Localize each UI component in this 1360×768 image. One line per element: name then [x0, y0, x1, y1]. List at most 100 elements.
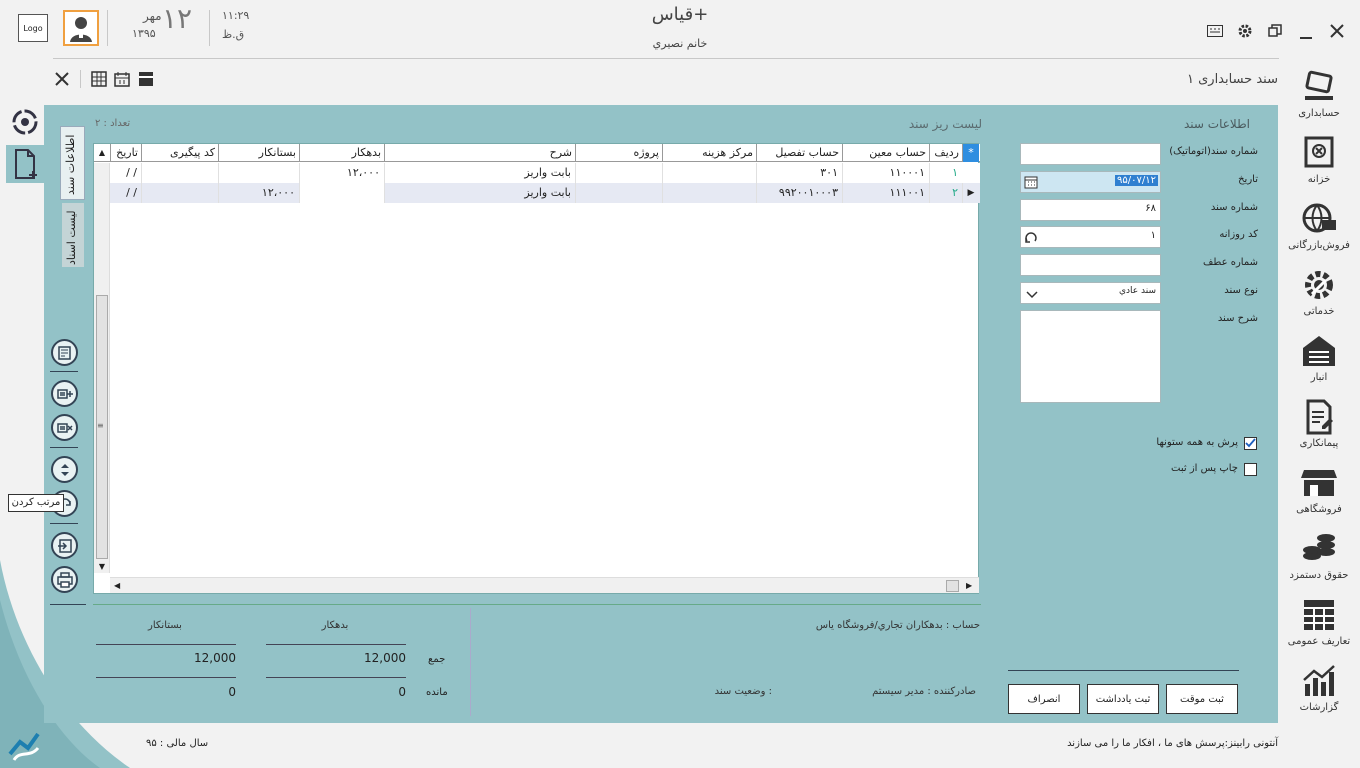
- cell-tracking[interactable]: [141, 163, 218, 183]
- close-window-icon[interactable]: [1328, 22, 1346, 40]
- divider: [209, 10, 210, 46]
- settings-gear-icon[interactable]: [1236, 22, 1254, 40]
- daily-code-field[interactable]: ۱: [1020, 226, 1161, 248]
- jump-all-columns-checkbox[interactable]: [1244, 437, 1257, 450]
- col-header-ledger-account[interactable]: حساب معین: [842, 144, 929, 162]
- form-view-icon[interactable]: [137, 70, 155, 88]
- col-header-date[interactable]: تاریخ: [110, 144, 141, 162]
- nav-item-services[interactable]: خدماتی: [1284, 266, 1354, 317]
- scroll-down-arrow[interactable]: ▼: [94, 562, 110, 574]
- close-doc-icon[interactable]: [53, 70, 71, 88]
- summary-divider: [93, 604, 981, 605]
- treasury-icon: [1300, 134, 1338, 172]
- nav-item-definitions[interactable]: تعاریف عمومی: [1284, 596, 1354, 647]
- debit-label: بدهکار: [321, 620, 349, 631]
- doc-description-textarea[interactable]: [1020, 310, 1161, 403]
- cell-date[interactable]: / /: [110, 163, 141, 183]
- date-field[interactable]: ۹۵/۰۷/۱۲: [1020, 171, 1161, 193]
- cell-row-number[interactable]: ۱: [929, 163, 962, 183]
- nav-item-reports[interactable]: گزارشات: [1284, 662, 1354, 713]
- scroll-up-arrow[interactable]: ▲: [94, 144, 110, 162]
- new-document-icon[interactable]: [6, 145, 44, 183]
- cell-cost-center[interactable]: [662, 163, 756, 183]
- grip-icon: ≡: [97, 421, 104, 430]
- scroll-left-arrow[interactable]: ◀: [114, 581, 120, 590]
- user-avatar[interactable]: [63, 10, 99, 46]
- cell-project[interactable]: [575, 183, 662, 203]
- col-header-tracking[interactable]: کد پیگیری: [141, 144, 218, 162]
- keyboard-icon[interactable]: [1206, 22, 1224, 40]
- nav-item-treasury[interactable]: خزانه: [1284, 134, 1354, 185]
- delete-row-button[interactable]: [51, 414, 78, 441]
- table-row[interactable]: / / ۱۲،۰۰۰ بابت واریز ۹۹۲۰۰۱۰۰۰۳ ۱۱۱۰۰۱ …: [94, 183, 980, 203]
- cell-credit[interactable]: ۱۲،۰۰۰: [218, 183, 299, 203]
- cell-debit[interactable]: ۱۲،۰۰۰: [299, 163, 384, 183]
- temp-save-button[interactable]: ثبت موقت: [1166, 684, 1238, 714]
- horizontal-scroll-thumb[interactable]: [946, 580, 959, 592]
- add-row-button[interactable]: [51, 380, 78, 407]
- cell-tracking[interactable]: [141, 183, 218, 203]
- nav-item-store[interactable]: فروشگاهی: [1284, 464, 1354, 515]
- minimize-icon[interactable]: [1297, 24, 1315, 42]
- tab-document-info[interactable]: اطلاعات سند: [60, 126, 85, 200]
- cell-ledger-account[interactable]: ۱۱۰۰۰۱: [842, 163, 929, 183]
- move-row-button[interactable]: [51, 456, 78, 483]
- summary-vertical-divider: [470, 608, 471, 716]
- vertical-scrollbar[interactable]: ≡: [94, 163, 110, 573]
- nav-item-sales[interactable]: فروش‌بازرگانی: [1284, 200, 1354, 251]
- cell-credit[interactable]: [218, 163, 299, 183]
- fiscal-year: سال مالی : ۹۵: [146, 738, 209, 749]
- doc-number-label: شماره سند: [1210, 202, 1258, 213]
- calendar-view-icon[interactable]: [113, 70, 131, 88]
- app-title: قیاس+: [651, 4, 709, 25]
- scroll-right-arrow[interactable]: ▶: [966, 581, 972, 590]
- col-header-credit[interactable]: بستانکار: [218, 144, 299, 162]
- ref-number-label: شماره عطف: [1203, 257, 1258, 268]
- col-header-debit[interactable]: بدهکار: [299, 144, 384, 162]
- horizontal-scrollbar[interactable]: ◀ ▶: [110, 577, 979, 593]
- grid-view-icon[interactable]: [90, 70, 108, 88]
- cell-ledger-account[interactable]: ۱۱۱۰۰۱: [842, 183, 929, 203]
- col-header-description[interactable]: شرح: [384, 144, 575, 162]
- col-header-row[interactable]: ردیف: [929, 144, 962, 162]
- restore-window-icon[interactable]: [1266, 22, 1284, 40]
- doc-number-auto-field[interactable]: [1020, 143, 1161, 165]
- refresh-code-icon[interactable]: [1023, 229, 1039, 245]
- import-button[interactable]: [51, 532, 78, 559]
- list-details-button[interactable]: [51, 339, 78, 366]
- cell-detail-account[interactable]: ۳۰۱: [756, 163, 842, 183]
- col-header-detail-account[interactable]: حساب تفصیل: [756, 144, 842, 162]
- remain-debit-value: 0: [398, 685, 406, 699]
- col-header-cost-center[interactable]: مرکز هزینه: [662, 144, 756, 162]
- tab-document-list[interactable]: لیست اسناد: [62, 203, 84, 267]
- cancel-button[interactable]: انصراف: [1008, 684, 1080, 714]
- refresh-icon[interactable]: [10, 107, 40, 137]
- nav-item-contracting[interactable]: پیمانکاری: [1284, 398, 1354, 449]
- cell-project[interactable]: [575, 163, 662, 183]
- new-row-star-icon[interactable]: *: [962, 144, 979, 162]
- cell-debit[interactable]: [299, 183, 384, 203]
- cell-row-number[interactable]: ۲: [929, 183, 962, 203]
- ref-number-field[interactable]: [1020, 254, 1161, 276]
- nav-label: حقوق دستمزد: [1289, 570, 1349, 581]
- table-row[interactable]: / / ۱۲،۰۰۰ بابت واریز ۳۰۱ ۱۱۰۰۰۱ ۱: [94, 163, 980, 183]
- divider: [107, 10, 108, 46]
- col-header-project[interactable]: پروژه: [575, 144, 662, 162]
- calendar-icon[interactable]: [1024, 175, 1038, 189]
- note-save-button[interactable]: ثبت یادداشت: [1087, 684, 1159, 714]
- cell-description[interactable]: بابت واریز: [384, 183, 575, 203]
- doc-number-field[interactable]: ۶۸: [1020, 199, 1161, 221]
- cell-description[interactable]: بابت واریز: [384, 163, 575, 183]
- cell-cost-center[interactable]: [662, 183, 756, 203]
- print-button[interactable]: [51, 566, 78, 593]
- nav-item-accounting[interactable]: حسابداری: [1284, 68, 1354, 119]
- cell-detail-account[interactable]: ۹۹۲۰۰۱۰۰۰۳: [756, 183, 842, 203]
- nav-item-warehouse[interactable]: انبار: [1284, 332, 1354, 383]
- doc-type-select[interactable]: سند عادي: [1020, 282, 1161, 304]
- details-grid[interactable]: ▲ تاریخ کد پیگیری بستانکار بدهکار شرح پر…: [93, 143, 980, 594]
- print-after-save-checkbox[interactable]: [1244, 463, 1257, 476]
- nav-item-payroll[interactable]: حقوق دستمزد: [1284, 530, 1354, 581]
- cell-date[interactable]: / /: [110, 183, 141, 203]
- toolbar-divider: [53, 58, 1279, 59]
- buttons-divider: [1008, 670, 1239, 671]
